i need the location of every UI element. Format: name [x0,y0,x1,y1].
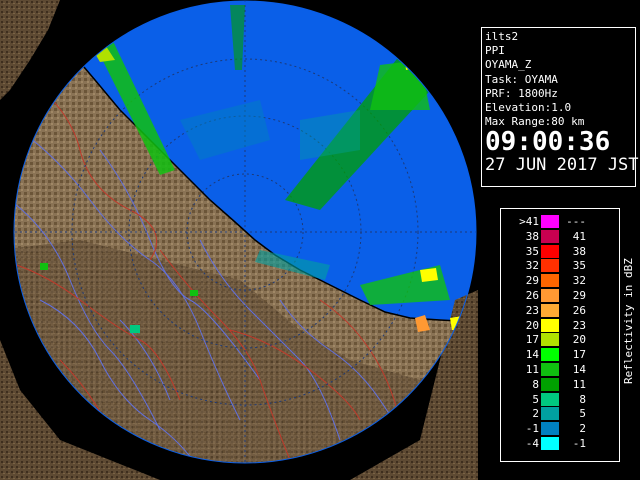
legend-lower-bound: 32 [525,259,539,273]
legend-color-swatch [541,318,559,332]
legend-row: -4 -1 [501,437,621,451]
legend-lower-bound: 38 [525,229,539,243]
reflectivity-legend: >41 --- 38 41 35 38 32 35 29 32 26 29 23 26 20 23 17 20 14… [500,208,635,462]
legend-upper-bound: 11 [572,377,586,391]
legend-row: 35 38 [501,244,621,259]
legend-upper-bound: 41 [572,229,586,243]
legend-upper-bound: 29 [572,289,586,302]
legend-color-swatch [541,392,559,406]
legend-row: 25 [501,407,621,421]
legend-upper-bound: 5 [579,407,586,421]
legend-lower-bound: -1 [525,422,539,436]
product-type: PPI [485,44,505,58]
radar-map-svg[interactable] [0,0,478,480]
legend-row: >41 --- [501,215,621,229]
legend-upper-bound: 17 [572,348,586,362]
legend-lower-bound: 17 [525,333,539,347]
legend-upper-bound: 26 [572,303,586,317]
legend-lower-bound: 29 [525,274,539,288]
legend-upper-bound: 38 [572,244,586,258]
legend-row: 8 11 [501,377,621,392]
legend-upper-bound: -1 [572,437,586,450]
legend-lower-bound: 8 [532,377,539,391]
legend-axis-label: Reflectivity in dBZ [622,258,635,384]
legend-lower-bound: 35 [525,244,539,258]
site-name: ilts2 [485,30,519,43]
legend-row: 29 32 [501,274,621,288]
task-name: Task: OYAMA [485,72,558,86]
legend-upper-bound: 20 [572,333,586,347]
legend-color-swatch [541,244,559,258]
legend-row: 32 35 [501,259,621,273]
legend-lower-bound: 11 [525,363,539,376]
legend-upper-bound: 35 [572,259,586,273]
observation-time: 09:00:36 [485,127,611,158]
legend-lower-bound: 23 [525,303,539,317]
legend-color-swatch [541,348,559,362]
legend-lower-bound: 20 [525,318,539,332]
legend-color-swatch [541,289,559,302]
prf-value: PRF: 1800Hz [485,86,558,100]
legend-color-swatch [541,259,559,273]
legend-color-swatch [541,215,559,228]
legend-row: 11 14 [501,363,621,377]
legend-color-swatch [541,333,559,347]
legend-color-swatch [541,437,559,450]
legend-row: 23 26 [501,303,621,318]
legend-upper-bound: 32 [572,274,586,288]
legend-color-swatch [541,274,559,288]
legend-color-swatch [541,377,559,391]
legend-row: 20 23 [501,318,621,333]
legend-upper-bound: --- [566,215,586,228]
legend-row: 26 29 [501,289,621,303]
legend-lower-bound: 2 [532,407,539,421]
legend-lower-bound: 26 [525,289,539,302]
legend-color-swatch [541,303,559,317]
legend-upper-bound: 2 [579,422,586,436]
legend-row: -1 2 [501,422,621,436]
legend-upper-bound: 23 [572,318,586,332]
radar-info-panel: ilts2 PPI OYAMA_Z Task: OYAMA PRF: 1800H… [481,27,639,187]
legend-color-swatch [541,407,559,421]
legend-lower-bound: 5 [532,392,539,406]
legend-row: 17 20 [501,333,621,347]
field-name: OYAMA_Z [485,58,532,72]
legend-row: 58 [501,392,621,407]
observation-date: 27 JUN 2017 JST [485,155,639,176]
legend-upper-bound: 8 [579,392,586,406]
elevation-value: Elevation:1.0 [485,101,572,115]
legend-upper-bound: 14 [572,363,586,376]
legend-color-swatch [541,363,559,376]
legend-lower-bound: >41 [519,215,539,228]
legend-row: 14 17 [501,348,621,362]
legend-lower-bound: -4 [525,437,539,450]
legend-lower-bound: 14 [525,348,539,362]
radar-ppi-display[interactable] [0,0,478,480]
legend-row: 38 41 [501,229,621,244]
legend-color-swatch [541,229,559,243]
legend-color-swatch [541,422,559,436]
